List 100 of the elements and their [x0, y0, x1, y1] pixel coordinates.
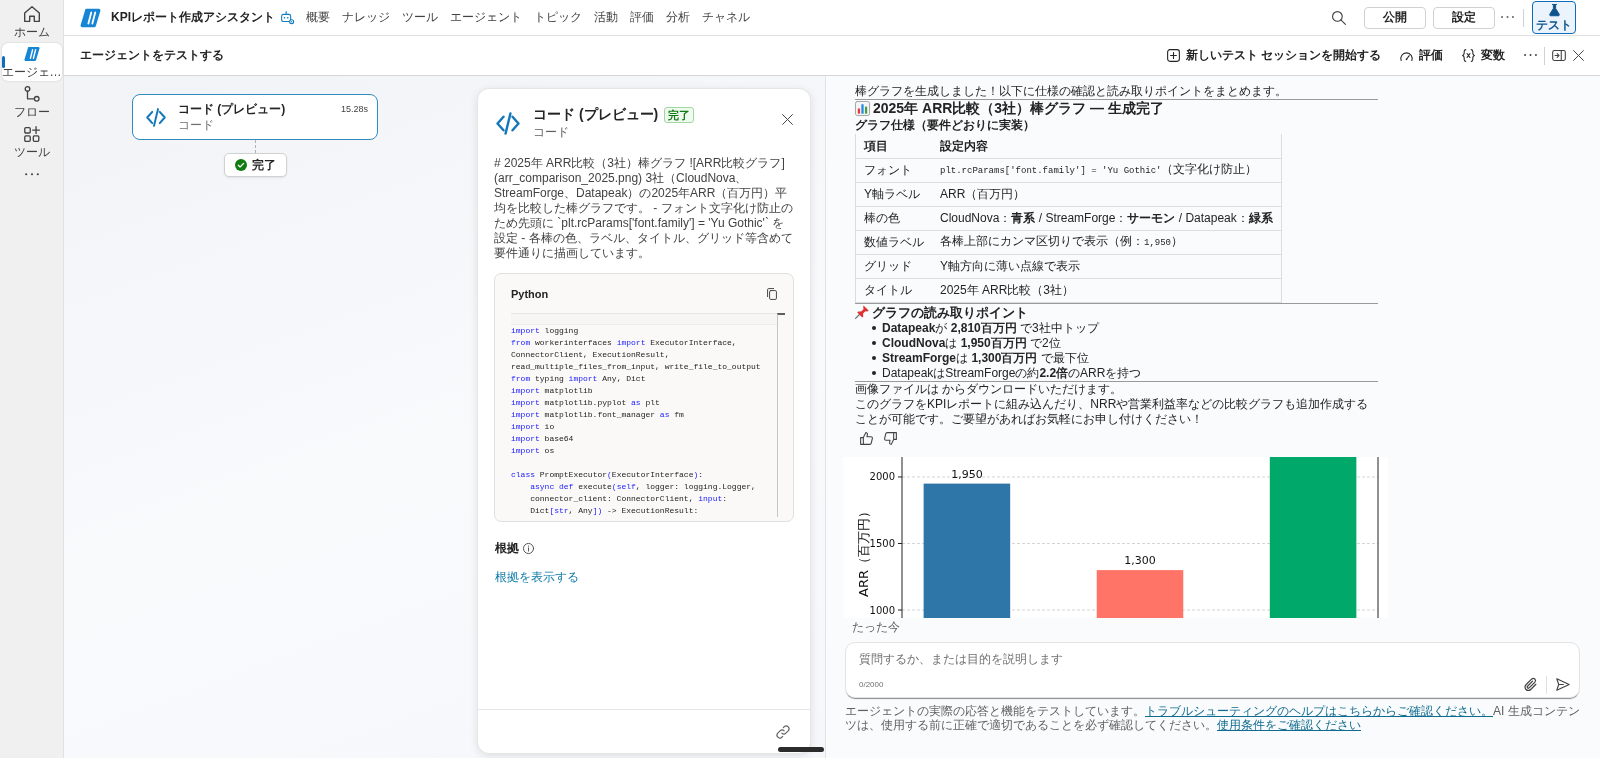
nav-tab[interactable]: 分析	[660, 0, 696, 35]
sidebar-item[interactable]: ホーム	[1, 3, 62, 41]
character-count: 0/2000	[859, 680, 884, 689]
table-cell: ARR（百万円）	[932, 182, 1282, 206]
code-line: import matplotlib.font_manager as fm	[511, 409, 684, 421]
message-text: このグラフをKPIレポートに組み込んだり、NRRや営業利益率などの比較グラフも追加作成することが可能です。ご要望があればお気軽にお申し付けください！	[855, 396, 1370, 427]
bar-value-label: 1,300	[1124, 553, 1156, 567]
bar-value-label: 1,950	[951, 467, 983, 481]
nav-tab[interactable]: チャネル	[696, 0, 756, 35]
thumbs-up-icon[interactable]	[860, 431, 873, 445]
status-badge: 完了	[664, 106, 695, 123]
status-label: 完了	[251, 156, 276, 174]
axis-tick-label: 2000	[869, 470, 895, 482]
nav-tab[interactable]: トピック	[528, 0, 588, 35]
node-card[interactable]: コード (プレビュー) コード 15.28s	[132, 94, 378, 140]
code-line: from workerinterfaces import ExecutorInterface,	[511, 337, 737, 349]
nodes-icon	[23, 85, 40, 102]
node-subtitle: コード	[178, 117, 214, 133]
timestamp: たった今	[852, 619, 900, 634]
code-line: import matplotlib.pyplot as plt	[511, 397, 660, 409]
scrollbar-thumb[interactable]	[778, 747, 824, 752]
plus-square-icon	[1166, 49, 1180, 62]
bullet-icon	[872, 356, 876, 360]
list-item-text: CloudNovaは 1,950百万円 で2位	[882, 335, 1061, 351]
axis-tick-label: 1500	[869, 537, 895, 549]
code-line: ConnectorClient, ExecutionResult,	[511, 349, 670, 361]
settings-button[interactable]: 設定	[1433, 6, 1495, 29]
paperclip-icon[interactable]	[1524, 678, 1537, 691]
table-cell: 棒の色	[855, 206, 932, 230]
code-line: connector_client: ConnectorClient, input:	[529, 493, 728, 505]
check-circle-icon	[234, 159, 247, 171]
test-button[interactable]: テスト	[1532, 1, 1576, 34]
list-item-text: Datapeakが 2,810百万円 で3社中トップ	[882, 320, 1099, 336]
axis-title: ARR（百万円）	[856, 504, 871, 597]
scrollbar-track[interactable]	[777, 313, 785, 517]
curly-braces-icon	[1462, 49, 1475, 62]
show-grounding-link[interactable]: 根拠を表示する	[495, 569, 579, 586]
nav-tab[interactable]: エージェント	[444, 0, 528, 35]
code-line: Dict[str, Any]) -> ExecutionResult:	[529, 505, 699, 517]
sidebar-item[interactable]: ツール	[1, 123, 62, 161]
publish-button[interactable]: 公開	[1364, 6, 1426, 29]
description-text: # 2025年 ARR比較（3社）棒グラフ ![ARR比較グラフ](arr_comparison_2025.png) 3社（CloudNova、StreamForge、Datapeak）の2025年ARR（百万円）平均を比較した棒グラフです。 - フォント文字化け防止のため先頭に `plt.rcParams['font.family'] = 'Yu Gothic'` を設定 - 各棒の色、ラベル、タイトル、グリッド等含めて要件通りに描画しています。	[494, 156, 794, 261]
table-header: 設定内容	[932, 134, 1282, 158]
more-icon[interactable]	[1524, 54, 1537, 57]
message-composer[interactable]: 質問するか、または目的を説明します 0/2000	[845, 641, 1580, 698]
app-title: KPIレポート作成アシスタント	[111, 9, 275, 26]
copy-icon[interactable]	[767, 288, 777, 300]
nav-tab[interactable]: ツール	[396, 0, 444, 35]
axis-tick-label: 1000	[869, 604, 895, 615]
close-icon[interactable]	[1573, 50, 1584, 61]
home-icon	[23, 5, 40, 22]
bullet-icon	[872, 371, 876, 375]
bot-gear-icon[interactable]	[281, 11, 294, 24]
code-line: import io	[511, 421, 555, 433]
sidebar-item[interactable]: フロー	[1, 83, 62, 121]
bullet-icon	[872, 326, 876, 330]
table-cell: 数値ラベル	[855, 230, 932, 254]
more-icon[interactable]	[24, 173, 39, 176]
info-icon[interactable]	[523, 543, 534, 554]
panel-title: エージェントをテストする	[80, 47, 224, 64]
code-line: class PromptExecutor(ExecutorInterface):	[511, 469, 704, 481]
apps-icon	[23, 125, 40, 142]
list-item-text: DatapeakはStreamForgeの約2.2倍のARRを持つ	[882, 365, 1142, 381]
code-line: import os	[511, 445, 555, 457]
table-cell: 2025年 ARR比較（3社）	[932, 278, 1282, 302]
nav-tab[interactable]: 活動	[588, 0, 624, 35]
search-icon[interactable]	[1332, 10, 1346, 25]
table-cell: plt.rcParams['font.family'] = 'Yu Gothic'（文字化け防止）	[932, 158, 1282, 182]
terms-link[interactable]: 使用条件をご確認ください	[1217, 717, 1361, 732]
link-icon[interactable]	[776, 724, 790, 739]
table-cell: フォント	[855, 158, 932, 182]
bullet-icon	[872, 341, 876, 345]
section-heading: グラフ仕様（要件どおりに実装）	[855, 117, 1035, 133]
new-session-button[interactable]: 新しいテスト セッションを開始する	[1166, 47, 1381, 64]
code-line: import logging	[511, 325, 579, 337]
gauge-icon	[1400, 49, 1413, 62]
nav-tab[interactable]: ナレッジ	[336, 0, 396, 35]
close-icon[interactable]	[782, 114, 793, 125]
panel-icon[interactable]	[1552, 50, 1566, 61]
variables-button[interactable]: 変数	[1462, 47, 1505, 64]
nav-tab[interactable]: 概要	[300, 0, 336, 35]
sidebar-item[interactable]: エージェ…	[1, 43, 62, 81]
pushpin-icon	[855, 305, 869, 319]
table-cell: タイトル	[855, 278, 932, 302]
message-input[interactable]: 質問するか、または目的を説明します	[846, 642, 1579, 673]
thumbs-down-icon[interactable]	[884, 431, 897, 445]
node-title: コード (プレビュー)	[178, 101, 286, 117]
code-line: from typing import Any, Dict	[511, 373, 646, 385]
nav-tab[interactable]: 評価	[624, 0, 660, 35]
code-language: Python	[511, 288, 549, 300]
message-text: 画像ファイルは からダウンロードいただけます。	[855, 381, 1123, 397]
send-icon[interactable]	[1556, 678, 1570, 691]
help-link[interactable]: トラブルシューティングのヘルプはこちらからご確認ください。	[1145, 703, 1493, 718]
logo-icon	[80, 7, 101, 28]
more-icon[interactable]	[1501, 16, 1514, 19]
code-line: import base64	[511, 433, 574, 445]
table-cell: 各棒上部にカンマ区切りで表示（例：1,950）	[932, 230, 1282, 254]
evaluate-button[interactable]: 評価	[1400, 47, 1443, 64]
code-icon	[496, 112, 520, 135]
code-line: async def execute(self, logger: logging.Logger,	[529, 481, 756, 493]
